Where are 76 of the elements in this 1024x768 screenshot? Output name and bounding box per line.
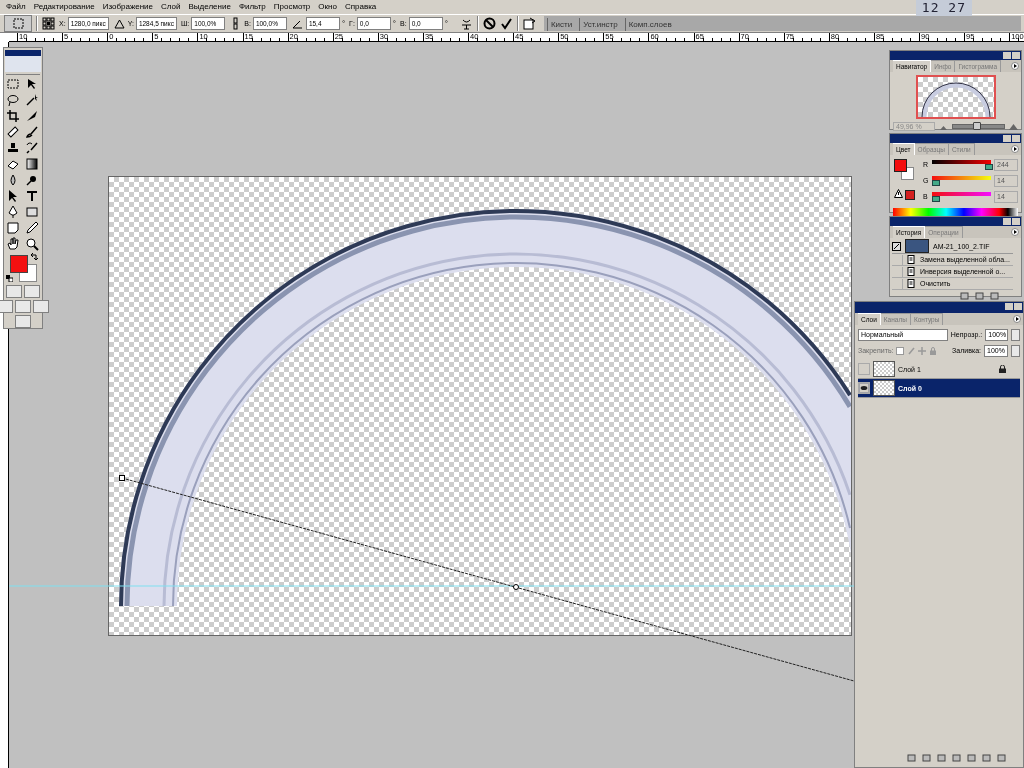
menu-item[interactable]: Справка — [340, 0, 381, 14]
menu-item[interactable]: Выделение — [184, 0, 235, 14]
menu-item[interactable]: Просмотр — [269, 0, 315, 14]
lock-transparency-icon[interactable] — [896, 346, 905, 355]
palette-tab[interactable]: Комп.слоев — [624, 18, 678, 31]
palette-tab[interactable]: Уст.инстр — [579, 18, 624, 31]
rectangle-icon[interactable] — [25, 205, 39, 219]
slider-thumb[interactable] — [932, 180, 941, 186]
dodge-icon[interactable] — [25, 173, 39, 187]
panel-menu-icon[interactable] — [1011, 62, 1019, 70]
panel-menu-icon[interactable] — [1011, 228, 1019, 236]
color-slider[interactable] — [932, 192, 991, 201]
unit-label: ° — [341, 19, 346, 28]
eye-icon[interactable] — [858, 382, 870, 394]
color-slider[interactable] — [932, 160, 991, 169]
brush-icon[interactable] — [25, 125, 39, 139]
brush-source-icon[interactable] — [892, 241, 901, 251]
checkmark-icon[interactable] — [499, 17, 513, 30]
delta-icon — [112, 17, 126, 30]
jump-button[interactable] — [15, 315, 31, 328]
pen-icon[interactable] — [6, 205, 20, 219]
lasso-icon[interactable] — [6, 93, 20, 107]
measure-line[interactable] — [119, 475, 855, 682]
foreground-color-swatch[interactable] — [894, 159, 907, 172]
mask-mode-button[interactable] — [24, 285, 40, 298]
type-tool-icon[interactable] — [25, 189, 39, 203]
warp-icon[interactable] — [459, 17, 473, 30]
magic-wand-icon[interactable] — [25, 93, 39, 107]
menu-item[interactable]: Изображение — [98, 0, 158, 14]
slider-thumb[interactable] — [972, 122, 981, 130]
note-icon[interactable] — [6, 221, 20, 235]
menu-item[interactable]: Окно — [314, 0, 341, 14]
layer-thumbnail — [873, 380, 895, 396]
magnifier-icon[interactable] — [25, 237, 39, 251]
marquee-icon — [11, 17, 25, 30]
document-icon — [907, 255, 916, 264]
slider-thumb[interactable] — [985, 164, 994, 170]
panel-menu-icon[interactable] — [1013, 315, 1021, 323]
menu-item[interactable]: Файл — [2, 0, 30, 14]
stamp-icon[interactable] — [6, 141, 20, 155]
history-brush-icon[interactable] — [25, 141, 39, 155]
unit-label: ° — [392, 19, 397, 28]
file-browser-icon[interactable] — [522, 17, 536, 30]
menu-item[interactable]: Редактирование — [29, 0, 99, 14]
color-slider[interactable] — [932, 176, 991, 185]
opacity-arrow-button[interactable] — [1011, 328, 1020, 341]
warning-icon — [894, 189, 903, 198]
eyedropper-icon[interactable] — [25, 221, 39, 235]
tool-preset-button[interactable] — [4, 15, 32, 32]
gamut-color-swatch[interactable] — [905, 190, 915, 200]
screen-mode-button[interactable] — [33, 300, 49, 313]
foreground-color-swatch[interactable] — [10, 255, 28, 273]
clock-display: 12 27 — [915, 0, 972, 16]
reference-point-icon[interactable] — [42, 17, 55, 30]
fill-arrow-button[interactable] — [1011, 344, 1020, 357]
layer-thumbnail — [873, 361, 895, 377]
palette-tab[interactable]: Кисти — [546, 18, 579, 31]
crop-icon[interactable] — [6, 109, 20, 123]
marquee-icon[interactable] — [6, 77, 20, 91]
swap-arrow-icon[interactable] — [30, 253, 38, 261]
unit-label: ° — [444, 19, 448, 28]
document-icon — [907, 267, 916, 276]
menu-item[interactable]: Фильтр — [234, 0, 270, 14]
menu-item[interactable]: Слой — [157, 0, 185, 14]
default-colors-icon[interactable] — [6, 275, 13, 282]
zoom-in-icon[interactable] — [1009, 123, 1018, 130]
screen-mode-button[interactable] — [15, 300, 31, 313]
snapshot-thumbnail[interactable] — [905, 239, 929, 253]
zoom-out-icon[interactable] — [939, 123, 948, 130]
slider-thumb[interactable] — [932, 196, 941, 202]
cancel-icon[interactable] — [482, 17, 496, 30]
panel-menu-icon[interactable] — [1011, 145, 1019, 153]
hand-icon[interactable] — [6, 237, 20, 251]
gradient-icon[interactable] — [25, 157, 39, 171]
document-icon — [907, 279, 916, 288]
screen-mode-button[interactable] — [0, 300, 13, 313]
